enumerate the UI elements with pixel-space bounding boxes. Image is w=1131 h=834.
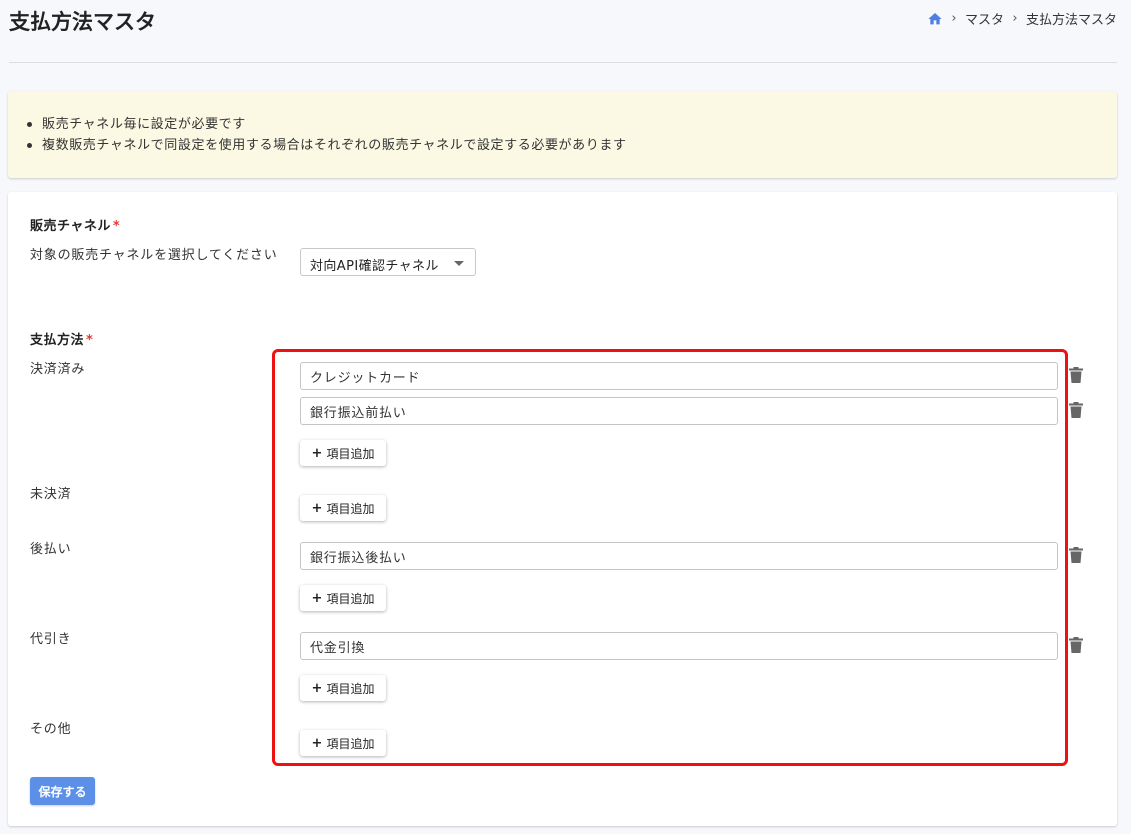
breadcrumb-item-master[interactable]: マスタ: [965, 9, 1004, 28]
group-label-deferred: 後払い: [30, 542, 72, 557]
add-item-button[interactable]: + 項目追加: [300, 440, 386, 466]
plus-icon: +: [311, 735, 323, 751]
add-item-button[interactable]: + 項目追加: [300, 495, 386, 521]
group-label-cod: 代引き: [30, 632, 72, 647]
required-mark: *: [86, 333, 94, 348]
plus-icon: +: [311, 445, 323, 461]
payment-method-input[interactable]: [300, 397, 1058, 425]
sales-channel-title: 販売チャネル *: [30, 219, 121, 234]
page-title: 支払方法マスタ: [9, 10, 156, 34]
add-item-button[interactable]: + 項目追加: [300, 585, 386, 611]
plus-icon: +: [311, 590, 323, 606]
sales-channel-label: 対象の販売チャネルを選択してください: [30, 248, 278, 263]
group-label-settled: 決済済み: [30, 362, 86, 377]
home-icon[interactable]: [927, 11, 943, 27]
chevron-right-icon: ›: [1012, 11, 1018, 26]
group-label-other: その他: [30, 722, 72, 737]
trash-icon[interactable]: [1069, 402, 1083, 418]
trash-icon[interactable]: [1069, 637, 1083, 653]
notice-box: 販売チャネル毎に設定が必要です 複数販売チャネルで同設定を使用する場合はそれぞれ…: [8, 91, 1117, 178]
required-mark: *: [112, 219, 121, 234]
payment-method-input[interactable]: [300, 632, 1058, 660]
plus-icon: +: [311, 500, 323, 516]
add-item-button[interactable]: + 項目追加: [300, 730, 386, 756]
group-label-unsettled: 未決済: [30, 487, 72, 502]
sales-channel-selected: 対向API確認チャネル: [310, 259, 439, 274]
plus-icon: +: [311, 680, 323, 696]
trash-icon[interactable]: [1069, 367, 1083, 383]
save-button[interactable]: 保存する: [30, 777, 95, 805]
add-item-button[interactable]: + 項目追加: [300, 675, 386, 701]
breadcrumb-item-current: 支払方法マスタ: [1025, 13, 1117, 28]
header-divider: [9, 62, 1117, 63]
chevron-right-icon: ›: [951, 11, 957, 26]
settings-card: 販売チャネル * 対象の販売チャネルを選択してください 対向API確認チャネル 支…: [8, 192, 1117, 826]
notice-item: 販売チャネル毎に設定が必要です: [27, 114, 1117, 135]
notice-item: 複数販売チャネルで同設定を使用する場合はそれぞれの販売チャネルで設定する必要があ…: [27, 135, 1117, 156]
payment-method-input[interactable]: [300, 542, 1058, 570]
breadcrumb: › マスタ › 支払方法マスタ: [927, 9, 1117, 28]
caret-down-icon: [454, 261, 464, 266]
sales-channel-select[interactable]: 対向API確認チャネル: [300, 248, 476, 276]
payment-method-input[interactable]: [300, 362, 1058, 390]
payment-method-title: 支払方法 *: [30, 333, 94, 348]
trash-icon[interactable]: [1069, 547, 1083, 563]
